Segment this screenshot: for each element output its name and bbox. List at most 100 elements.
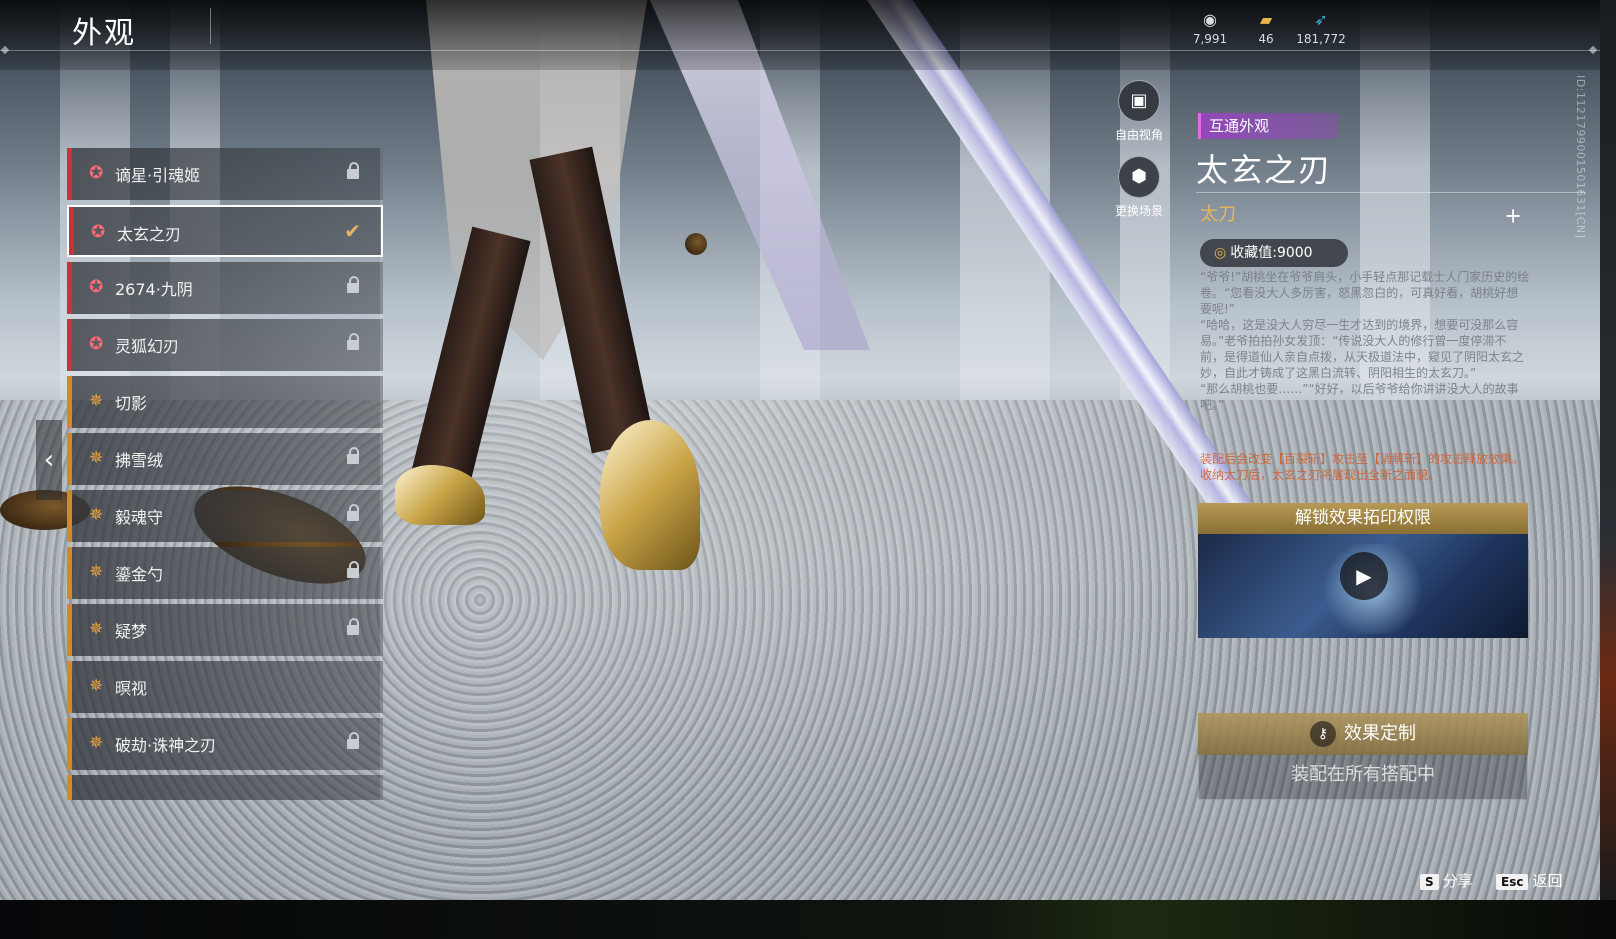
list-item[interactable]: ✪ 谪星·引魂姬 (67, 148, 383, 200)
collection-label: 收藏值: (1230, 245, 1277, 261)
edge-strip (1600, 0, 1616, 900)
cross-rarity-icon: ✵ (89, 391, 104, 411)
player-id: ID:1121799001501631[CN] (1574, 75, 1587, 239)
esc-key: Esc (1496, 874, 1529, 890)
list-item[interactable]: ✵ 疑梦 (67, 604, 383, 656)
golden-heel-shoe (600, 420, 700, 570)
list-scrollbar[interactable] (380, 148, 383, 800)
effect-description: 装配后会改变【百裂斩】攻击至【消解斩】的攻击释放效果。 收纳太刀后，太玄之刃将展… (1200, 452, 1525, 482)
appearance-list[interactable]: ✪ 谪星·引魂姬 ✪ 太玄之刃 ✔ ✪ 2674·九阴 ✪ 灵狐幻刃 ✵ 切影 … (67, 148, 383, 800)
coin-icon: ◉ (1203, 10, 1217, 29)
list-item[interactable]: ✵ 拂雪绒 (67, 433, 383, 485)
cross-rarity-icon: ✵ (89, 619, 104, 639)
key-icon: ⚷ (1310, 721, 1336, 747)
item-label: 暝视 (115, 679, 148, 698)
name-divider (1196, 192, 1586, 193)
back-hint[interactable]: Esc 返回 (1496, 870, 1562, 891)
share-hint[interactable]: S 分享 (1420, 870, 1473, 891)
item-label: 疑梦 (115, 622, 148, 641)
effect-customize-button[interactable]: ⚷ 效果定制 (1198, 713, 1528, 755)
change-scene-label: 更换场景 (1114, 204, 1163, 218)
collection-value-badge: ◎ 收藏值:9000 (1200, 239, 1348, 267)
collection-value: 9000 (1276, 245, 1313, 261)
currency-coin: ◉ 7,991 (1180, 10, 1240, 46)
rarity-bar (67, 661, 72, 713)
ticket-icon: ▰ (1259, 10, 1273, 29)
currency-value: 7,991 (1192, 32, 1228, 46)
play-icon[interactable]: ▶ (1340, 552, 1388, 600)
title-divider (210, 8, 211, 44)
lock-icon (347, 504, 359, 522)
customize-label: 效果定制 (1344, 723, 1416, 744)
currency-feather: ➶ 181,772 (1291, 10, 1351, 46)
item-label: 破劫·诛神之刃 (115, 736, 217, 755)
currency-ticket: ▰ 46 (1236, 10, 1296, 46)
list-item[interactable]: ✵ 暝视 (67, 661, 383, 713)
list-item[interactable]: ✪ 灵狐幻刃 (67, 319, 383, 371)
list-item-selected[interactable]: ✪ 太玄之刃 ✔ (67, 205, 383, 257)
leaf-decoration (685, 233, 707, 255)
currency-value: 46 (1258, 32, 1274, 46)
rarity-bar (67, 433, 72, 485)
list-item[interactable]: ✵ 切影 (67, 376, 383, 428)
rarity-bar (67, 376, 72, 428)
star-rarity-icon: ✪ (91, 222, 106, 242)
list-item[interactable]: ✵ 毅魂守 (67, 490, 383, 542)
item-label: 太玄之刃 (117, 225, 182, 244)
rarity-bar (69, 207, 74, 255)
rarity-bar (67, 262, 72, 314)
star-rarity-icon: ✪ (89, 163, 104, 183)
list-item[interactable]: ✵ 破劫·诛神之刃 (67, 718, 383, 770)
item-description: “爷爷!”胡桃坐在爷爷肩头，小手轻点那记载士人门家历史的绘卷。“您看没大人多厉害… (1200, 270, 1530, 412)
feather-icon: ➶ (1314, 10, 1328, 29)
lock-icon (347, 162, 359, 180)
list-item[interactable]: ✵ 鎏金勺 (67, 547, 383, 599)
share-label: 分享 (1442, 872, 1473, 890)
currency-value: 181,772 (1296, 32, 1346, 46)
item-label: 灵狐幻刃 (115, 337, 180, 356)
rarity-bar (67, 775, 72, 800)
lock-icon (347, 561, 359, 579)
list-item-partial[interactable] (67, 775, 383, 800)
rarity-bar (67, 490, 72, 542)
item-name: 太玄之刃 (1196, 151, 1333, 189)
rarity-bar (67, 547, 72, 599)
cross-platform-tag: 互通外观 (1198, 113, 1338, 139)
cube-icon: ⬢ (1118, 156, 1160, 198)
rarity-bar (67, 148, 72, 200)
cross-rarity-icon: ✵ (89, 676, 104, 696)
lock-icon (347, 333, 359, 351)
page-title: 外观 (72, 16, 136, 51)
lock-icon (347, 276, 359, 294)
item-type: 太刀 (1200, 204, 1236, 225)
item-label: 切影 (115, 394, 148, 413)
collapse-list-button[interactable]: ‹ (36, 420, 62, 500)
item-label: 谪星·引魂姬 (115, 166, 201, 185)
rarity-bar (67, 604, 72, 656)
lock-icon (347, 732, 359, 750)
back-label: 返回 (1532, 872, 1563, 890)
cross-rarity-icon: ✵ (89, 448, 104, 468)
cross-rarity-icon: ✵ (89, 733, 104, 753)
free-view-label: 自由视角 (1114, 128, 1163, 142)
change-scene-button[interactable]: ⬢ 更换场景 (1107, 156, 1171, 219)
item-label: 鎏金勺 (115, 565, 164, 584)
rarity-bar (67, 718, 72, 770)
item-label: 拂雪绒 (115, 451, 164, 470)
item-label: 毅魂守 (115, 508, 164, 527)
share-key: S (1420, 874, 1439, 890)
bottom-band (0, 900, 1616, 939)
lock-icon (347, 618, 359, 636)
star-rarity-icon: ✪ (89, 334, 104, 354)
collection-icon: ◎ (1214, 245, 1227, 261)
list-item[interactable]: ✪ 2674·九阴 (67, 262, 383, 314)
camera-icon: ▣ (1118, 80, 1160, 122)
free-view-button[interactable]: ▣ 自由视角 (1107, 80, 1171, 143)
chevron-left-icon: ‹ (43, 445, 55, 475)
item-label: 2674·九阴 (115, 280, 193, 299)
effect-preview-video[interactable]: ▶ (1198, 534, 1528, 638)
cross-rarity-icon: ✵ (89, 505, 104, 525)
rarity-bar (67, 319, 72, 371)
lock-icon (347, 447, 359, 465)
star-rarity-icon: ✪ (89, 277, 104, 297)
